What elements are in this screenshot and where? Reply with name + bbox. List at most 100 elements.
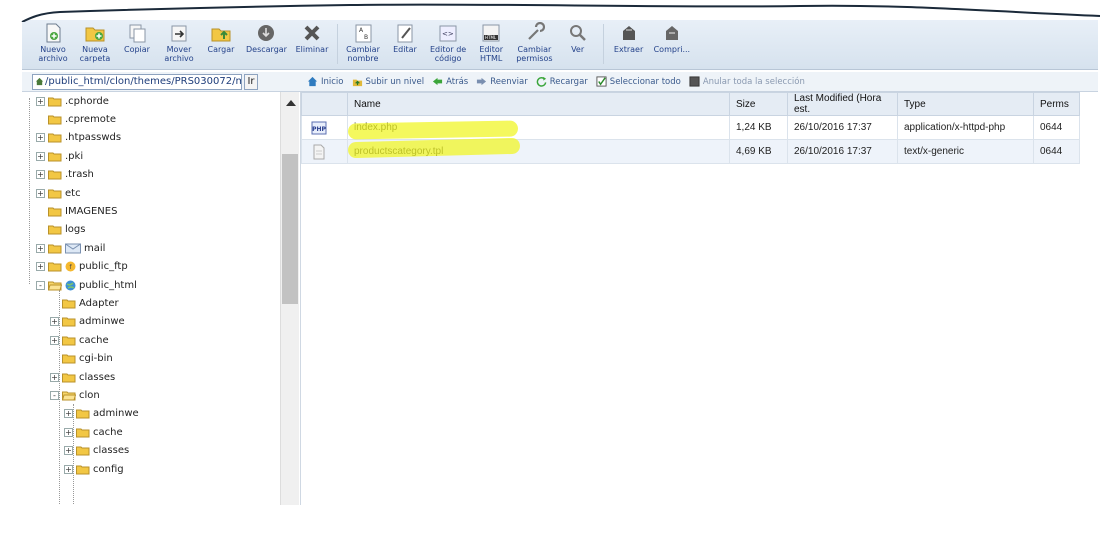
tree-item[interactable]: + adminwe (50, 313, 125, 331)
tree-item[interactable]: + etc (36, 184, 81, 202)
expand-icon[interactable]: + (36, 188, 45, 198)
collapse-icon[interactable]: - (50, 390, 59, 400)
action-up-level[interactable]: Subir un nivel (352, 76, 424, 87)
new-folder-icon (85, 27, 105, 42)
folder-open-icon (62, 391, 76, 401)
file-name[interactable]: productscategory.tpl (347, 139, 730, 164)
toolbar-button-label: Nuevo archivo (38, 45, 68, 63)
expand-icon[interactable]: + (64, 427, 73, 437)
expand-icon[interactable]: + (64, 409, 73, 419)
tree-item[interactable]: cgi-bin (50, 350, 113, 368)
scroll-up-arrow-icon[interactable] (286, 100, 296, 106)
tree-item[interactable]: + f public_ftp (36, 258, 128, 276)
file-perms: 0644 (1033, 115, 1080, 140)
web-globe-icon (65, 280, 76, 290)
file-name[interactable]: index.php (347, 115, 730, 140)
tree-item[interactable]: + .pki (36, 147, 83, 165)
folder-open-icon (48, 281, 62, 290)
svg-text:HTML: HTML (485, 35, 497, 40)
view-button[interactable]: Ver (557, 18, 599, 54)
expand-icon[interactable]: + (50, 317, 59, 327)
col-header-type[interactable]: Type (897, 92, 1034, 116)
expand-icon[interactable]: + (36, 151, 45, 161)
tree-item[interactable]: + classes (50, 368, 115, 386)
tree-item-label: adminwe (79, 316, 125, 328)
move-file-button[interactable]: Mover archivo (158, 18, 200, 63)
col-header-modified[interactable]: Last Modified (Hora est. (787, 92, 898, 116)
extract-button[interactable]: Extraer (608, 18, 650, 54)
expand-icon[interactable]: + (64, 464, 73, 474)
col-header-name[interactable]: Name (347, 92, 730, 116)
edit-button[interactable]: Editar (384, 18, 426, 54)
folder-icon (48, 207, 62, 217)
file-list-pane: Name Size Last Modified (Hora est. Type … (300, 92, 1080, 507)
forward-arrow-icon (477, 77, 487, 86)
rename-button[interactable]: A B Cambiar nombre (342, 18, 384, 63)
tree-item-label: .pki (65, 150, 84, 162)
action-deselect-all[interactable]: Anular toda la selección (689, 76, 805, 87)
copy-button[interactable]: Copiar (116, 18, 158, 54)
tree-item[interactable]: + mail (36, 239, 105, 257)
path-input[interactable]: /public_html/clon/themes/PRS030072/mo (32, 73, 242, 90)
tree-item-label: .trash (65, 169, 94, 181)
tree-item[interactable]: + cache (50, 331, 109, 349)
file-type: application/x-httpd-php (897, 115, 1034, 140)
toolbar-button-label: Editor HTML (479, 45, 504, 63)
tree-item-label: config (93, 463, 124, 475)
permissions-button[interactable]: Cambiar permisos (512, 18, 556, 63)
download-button[interactable]: Descargar (242, 18, 291, 54)
tree-item[interactable]: - clon (50, 386, 100, 404)
tree-item[interactable]: + cache (64, 423, 123, 441)
tree-item-label: logs (65, 224, 86, 236)
tree-item-label: public_html (79, 279, 137, 291)
action-home[interactable]: Inicio (307, 76, 344, 87)
action-forward-arrow[interactable]: Reenviar (476, 76, 528, 87)
upload-button[interactable]: Cargar (200, 18, 242, 54)
tree-item[interactable]: Adapter (50, 294, 119, 312)
tree-item[interactable]: + adminwe (64, 405, 139, 423)
tree-item[interactable]: + classes (64, 442, 129, 460)
expand-icon[interactable]: + (36, 170, 45, 180)
expand-icon[interactable]: + (36, 133, 45, 143)
col-header-perms[interactable]: Perms (1033, 92, 1080, 116)
new-file-button[interactable]: Nuevo archivo (32, 18, 74, 63)
new-folder-button[interactable]: Nueva carpeta (74, 18, 116, 63)
tree-item[interactable]: logs (36, 221, 85, 239)
tree-item[interactable]: .cpremote (36, 110, 116, 128)
tree-item[interactable]: IMAGENES (36, 202, 117, 220)
col-header-size[interactable]: Size (729, 92, 788, 116)
folder-icon (48, 97, 62, 106)
html-editor-button[interactable]: HTML Editor HTML (470, 18, 512, 63)
expand-icon[interactable]: + (64, 446, 73, 456)
page-bottom (0, 505, 1100, 535)
expand-icon[interactable]: + (36, 96, 45, 106)
go-button[interactable]: Ir (244, 73, 258, 90)
action-back-arrow[interactable]: Atrás (432, 76, 468, 87)
expand-icon[interactable]: + (36, 243, 45, 253)
table-row[interactable]: PHP index.php 1,24 KB 26/10/2016 17:37 a… (301, 115, 1080, 140)
collapse-icon[interactable]: - (36, 280, 45, 290)
tree-item[interactable]: + .cphorde (36, 92, 109, 110)
tree-item[interactable]: + .htpasswds (36, 129, 121, 147)
action-reload[interactable]: Recargar (536, 76, 588, 87)
action-select-all[interactable]: Seleccionar todo (596, 76, 681, 87)
table-row[interactable]: productscategory.tpl 4,69 KB 26/10/2016 … (301, 139, 1080, 164)
expand-icon[interactable]: + (50, 335, 59, 345)
code-editor-button[interactable]: <> Editor de código (426, 18, 470, 63)
tree-item-label: Adapter (79, 297, 119, 309)
toolbar-button-label: Editar (393, 45, 417, 54)
tree-scrollbar[interactable] (280, 92, 299, 507)
tree-item[interactable]: - public_html (36, 276, 137, 294)
expand-icon[interactable]: + (36, 262, 45, 272)
scroll-thumb[interactable] (282, 154, 298, 304)
delete-button[interactable]: Eliminar (291, 18, 333, 54)
compress-button[interactable]: Compri... (650, 18, 695, 54)
expand-icon[interactable]: + (50, 372, 59, 382)
tree-item-label: cache (93, 426, 123, 438)
text-file-icon (313, 144, 325, 159)
tree-item[interactable]: + config (64, 460, 124, 478)
tree-item[interactable]: + .trash (36, 166, 94, 184)
delete-icon (304, 25, 320, 41)
toolbar: Nuevo archivo Nueva carpeta Copiar Mover ar… (22, 18, 1098, 70)
tree-item-label: public_ftp (79, 261, 128, 273)
